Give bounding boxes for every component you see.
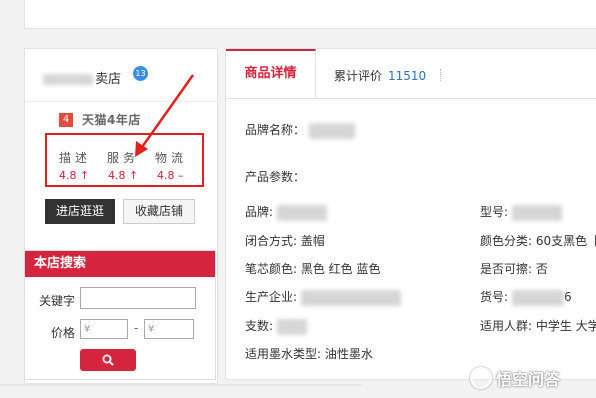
watermark-logo-icon — [470, 367, 492, 389]
watermark: 悟空问答 — [470, 366, 560, 390]
bottom-divider — [0, 384, 362, 386]
watermark-text: 悟空问答 — [496, 370, 561, 389]
annotation-arrow-icon — [135, 74, 195, 157]
